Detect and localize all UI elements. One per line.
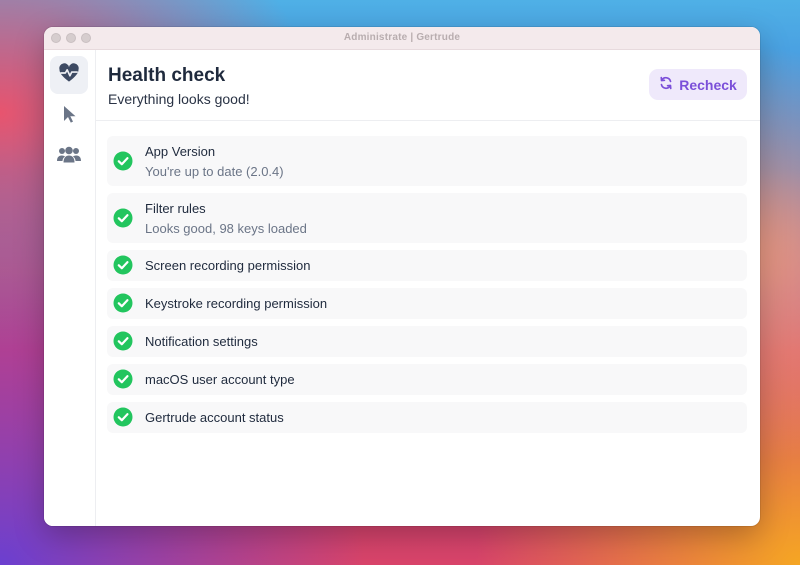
recheck-button[interactable]: Recheck (649, 69, 747, 100)
page-header: Health check Everything looks good! Rech… (96, 50, 760, 121)
check-label: macOS user account type (145, 372, 295, 387)
main-content: Health check Everything looks good! Rech… (96, 50, 760, 526)
sidebar-item-health-check[interactable] (50, 56, 88, 94)
check-item-notification-settings: Notification settings (107, 326, 747, 357)
check-item-keystroke-recording: Keystroke recording permission (107, 288, 747, 319)
check-circle-icon (113, 208, 133, 228)
page-subtitle: Everything looks good! (108, 91, 250, 107)
check-label: Filter rules (145, 201, 206, 216)
check-circle-icon (113, 407, 133, 427)
health-check-list: App Version You're up to date (2.0.4) Fi… (107, 136, 747, 440)
app-window: Administrate | Gertrude Health check Eve… (44, 27, 760, 526)
check-label: Keystroke recording permission (145, 296, 328, 311)
check-circle-icon (113, 151, 133, 171)
check-item-filter-rules: Filter rules Looks good, 98 keys loaded (107, 193, 747, 243)
cursor-arrow-icon (61, 104, 77, 129)
check-label: App Version (145, 144, 216, 159)
check-item-screen-recording: Screen recording permission (107, 250, 747, 281)
refresh-icon (659, 76, 673, 93)
title-bar[interactable]: Administrate | Gertrude (44, 27, 760, 50)
check-label: Screen recording permission (145, 258, 311, 273)
page-title: Health check (108, 65, 226, 86)
sidebar-item-users[interactable] (50, 138, 88, 176)
check-item-app-version: App Version You're up to date (2.0.4) (107, 136, 747, 186)
check-item-account-type: macOS user account type (107, 364, 747, 395)
check-circle-icon (113, 255, 133, 275)
check-label: Gertrude account status (145, 410, 284, 425)
window-title: Administrate | Gertrude (343, 32, 461, 43)
check-detail: Looks good, 98 keys loaded (145, 221, 307, 236)
recheck-label: Recheck (679, 76, 737, 93)
heart-pulse-icon (58, 62, 80, 88)
sidebar (44, 50, 96, 526)
check-detail: You're up to date (2.0.4) (145, 164, 284, 179)
check-circle-icon (113, 293, 133, 313)
check-circle-icon (113, 369, 133, 389)
check-circle-icon (113, 331, 133, 351)
check-item-gertrude-account-status: Gertrude account status (107, 402, 747, 433)
users-group-icon (56, 145, 82, 170)
sidebar-item-actions[interactable] (50, 97, 88, 135)
check-label: Notification settings (145, 334, 258, 349)
